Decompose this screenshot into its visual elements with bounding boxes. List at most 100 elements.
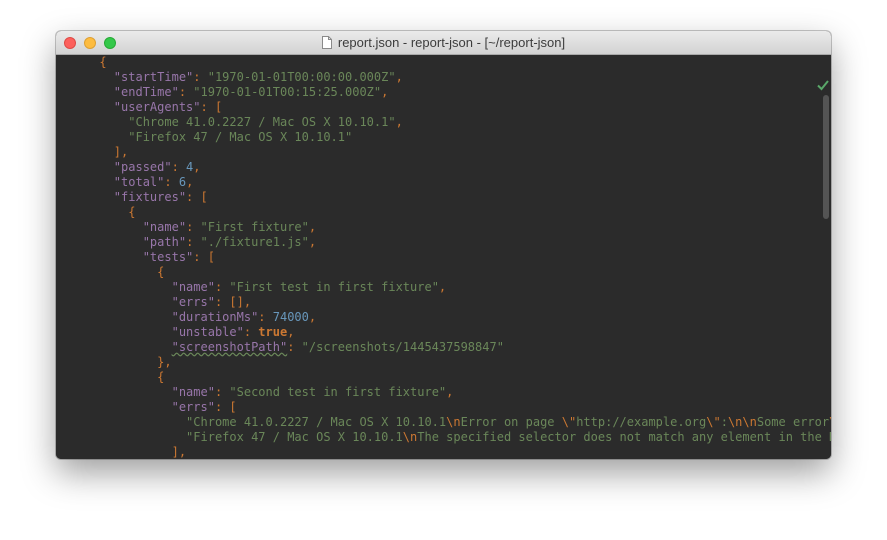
code-line[interactable]: "total": 6, <box>56 175 831 190</box>
code-token: "fixtures" <box>113 190 187 204</box>
code-token: "startTime" <box>113 70 194 84</box>
code-line[interactable]: "userAgents": [ <box>56 100 831 115</box>
code-token: "First test in first fixture" <box>229 280 439 294</box>
code-token: : <box>287 340 302 354</box>
code-token: : <box>186 220 201 234</box>
code-token: , <box>308 235 317 249</box>
title-bar[interactable]: report.json - report-json - [~/report-js… <box>56 31 831 55</box>
code-token: : [ <box>193 250 215 264</box>
window-title-area: report.json - report-json - [~/report-js… <box>56 31 831 54</box>
code-token: : <box>214 385 230 399</box>
code-token: 74000 <box>272 310 309 324</box>
code-token: "durationMs" <box>171 310 259 324</box>
code-token: { <box>56 55 107 69</box>
code-line[interactable]: { <box>56 265 831 280</box>
code-token: : <box>171 160 187 174</box>
code-token: \n <box>402 430 418 444</box>
code-token: , <box>381 85 389 99</box>
code-line[interactable]: "screenshotPath": "/screenshots/14454375… <box>56 340 831 355</box>
code-line[interactable]: "passed": 4, <box>56 160 831 175</box>
code-token: : <box>178 85 194 99</box>
code-token: Some error <box>756 415 830 429</box>
code-line[interactable]: "Chrome 41.0.2227 / Mac OS X 10.10.1\nEr… <box>56 415 831 430</box>
code-token: \n\n <box>727 415 757 429</box>
code-line[interactable]: { <box>56 205 831 220</box>
code-token: : <box>164 175 179 189</box>
code-token: http://example.org <box>576 415 707 429</box>
code-token: , <box>446 385 454 399</box>
code-token: "./fixture1.js" <box>200 235 309 249</box>
code-token: : [ <box>214 400 237 414</box>
code-token: "errs" <box>171 400 215 414</box>
window-title: report.json - report-json - [~/report-js… <box>337 35 566 50</box>
code-token: , <box>193 160 201 174</box>
editor-window: report.json - report-json - [~/report-js… <box>56 31 831 459</box>
code-token: The specified selector does not match an… <box>417 430 831 444</box>
code-line[interactable]: "name": "Second test in first fixture", <box>56 385 831 400</box>
code-token: "screenshotPath" <box>171 340 288 354</box>
code-line[interactable]: "errs": [ <box>56 400 831 415</box>
code-token: "name" <box>142 220 187 234</box>
code-line[interactable]: ], <box>56 445 831 459</box>
code-content[interactable]: { "startTime": "1970-01-01T00:00:00.000Z… <box>56 55 831 459</box>
code-token: "1970-01-01T00:00:00.000Z" <box>207 70 396 84</box>
code-line[interactable]: }, <box>56 355 831 370</box>
code-line[interactable]: "Firefox 47 / Mac OS X 10.10.1\nThe spec… <box>56 430 831 445</box>
code-line[interactable]: "unstable": true, <box>56 325 831 340</box>
code-token: "name" <box>171 385 215 399</box>
code-line[interactable]: "durationMs": 74000, <box>56 310 831 325</box>
code-line[interactable]: "path": "./fixture1.js", <box>56 235 831 250</box>
code-line[interactable]: { <box>56 370 831 385</box>
code-token: \" <box>561 415 577 429</box>
code-token: "passed" <box>113 160 172 174</box>
code-token: { <box>56 205 136 219</box>
vertical-scrollbar-thumb[interactable] <box>823 95 829 219</box>
code-line[interactable]: "Chrome 41.0.2227 / Mac OS X 10.10.1", <box>56 115 831 130</box>
code-token: \n\n <box>829 415 831 429</box>
code-line[interactable]: "name": "First test in first fixture", <box>56 280 831 295</box>
code-line[interactable]: "tests": [ <box>56 250 831 265</box>
code-token: "Chrome 41.0.2227 / Mac OS X 10.10.1 <box>186 415 447 429</box>
code-token: ], <box>56 445 187 459</box>
code-token: , <box>308 310 317 324</box>
code-token: 6 <box>178 175 187 189</box>
code-line[interactable]: ], <box>56 145 831 160</box>
code-token: { <box>56 265 165 279</box>
code-token: "/screenshots/1445437598847" <box>301 340 504 354</box>
code-line[interactable]: "Firefox 47 / Mac OS X 10.10.1" <box>56 130 831 145</box>
code-line[interactable]: "startTime": "1970-01-01T00:00:00.000Z", <box>56 70 831 85</box>
code-token: : [ <box>200 100 223 114</box>
code-token: \n <box>446 415 461 429</box>
code-token: : [], <box>214 295 252 309</box>
code-token: "userAgents" <box>113 100 201 114</box>
code-line[interactable]: "endTime": "1970-01-01T00:15:25.000Z", <box>56 85 831 100</box>
code-token: , <box>287 325 295 339</box>
code-token: "Chrome 41.0.2227 / Mac OS X 10.10.1" <box>128 115 396 129</box>
code-token: "1970-01-01T00:15:25.000Z" <box>193 85 382 99</box>
code-line[interactable]: "fixtures": [ <box>56 190 831 205</box>
inspection-ok-icon[interactable] <box>817 79 829 91</box>
code-token: , <box>438 280 447 294</box>
code-token: }, <box>56 355 172 369</box>
code-editor[interactable]: { "startTime": "1970-01-01T00:00:00.000Z… <box>56 55 831 459</box>
code-token: "total" <box>113 175 165 189</box>
code-token: : <box>214 280 230 294</box>
code-token: ], <box>56 145 129 159</box>
code-token: : <box>720 415 728 429</box>
code-token: "errs" <box>171 295 215 309</box>
code-line[interactable]: "name": "First fixture", <box>56 220 831 235</box>
code-line[interactable]: "errs": [], <box>56 295 831 310</box>
code-line[interactable]: { <box>56 55 831 70</box>
